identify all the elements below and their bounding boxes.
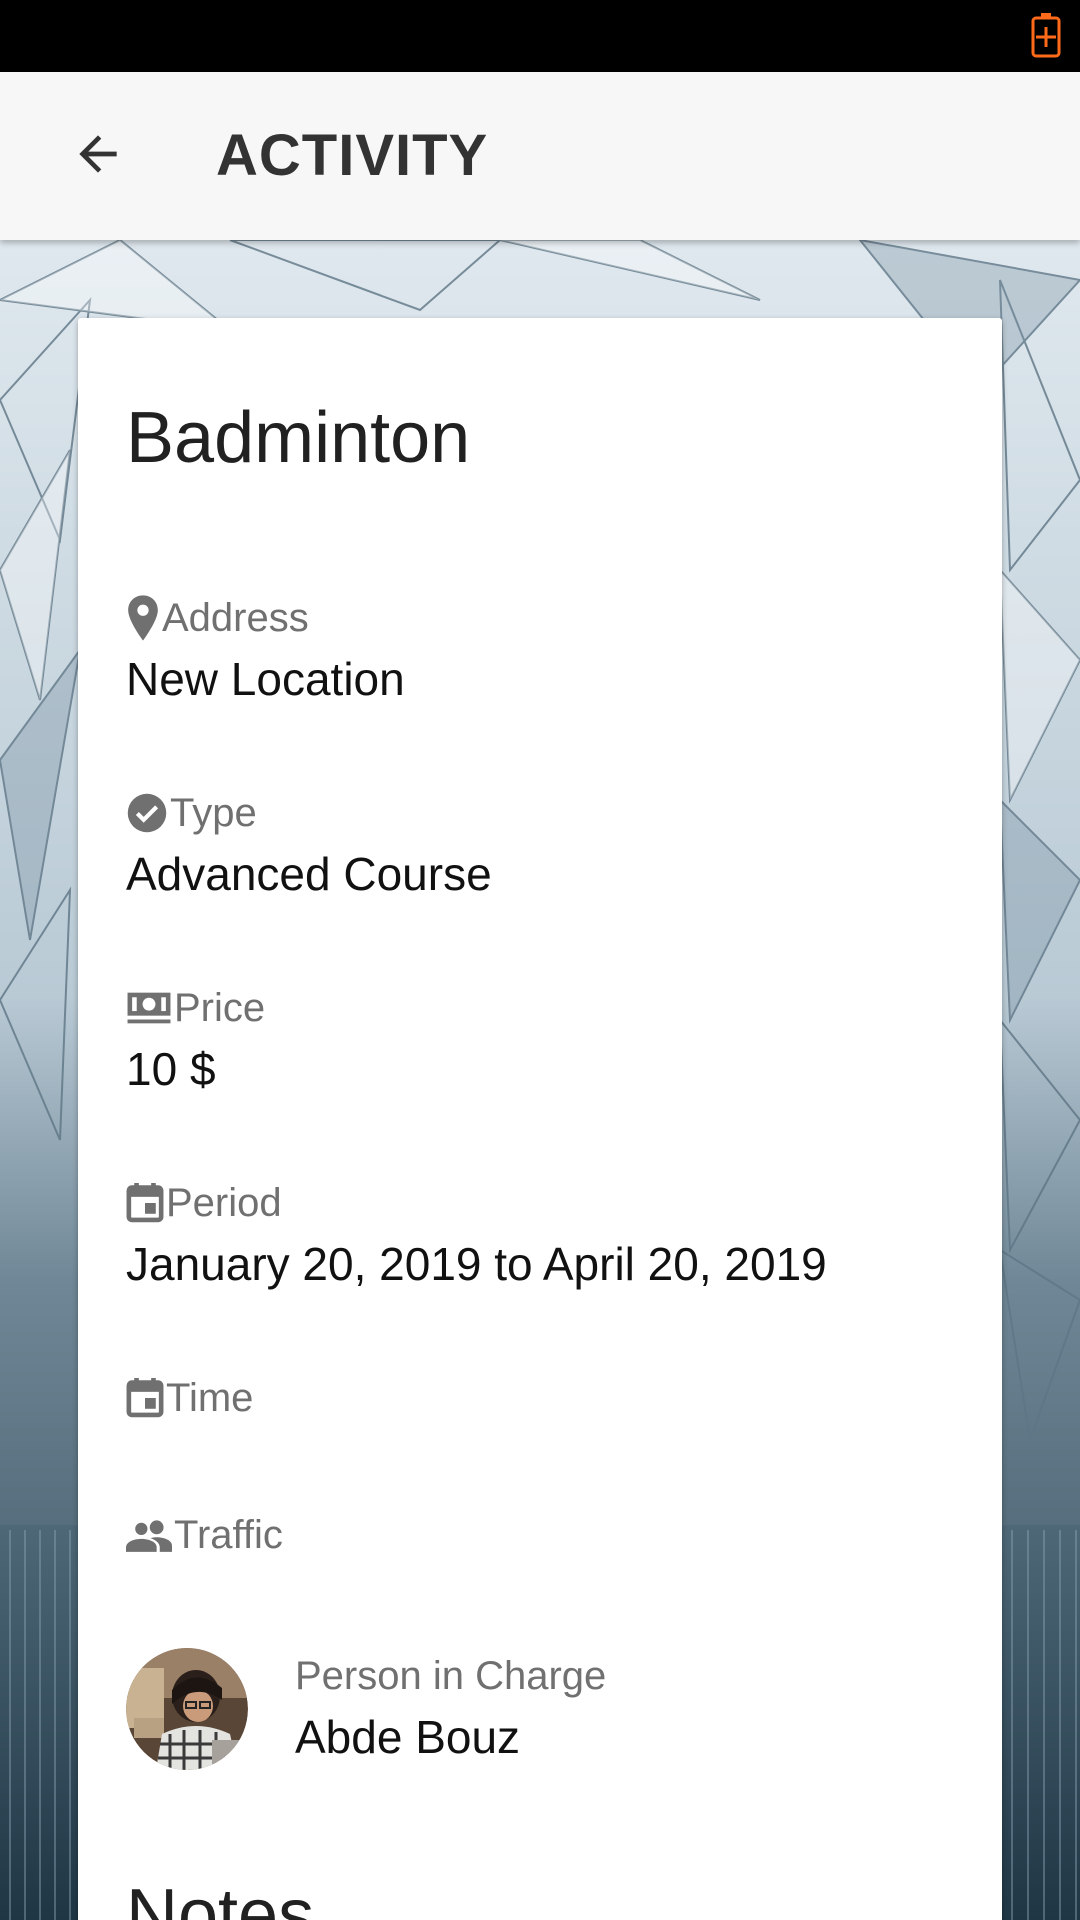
time-label: Time xyxy=(166,1375,254,1420)
check-circle-icon xyxy=(127,793,167,833)
arrow-back-icon xyxy=(79,135,117,173)
price-value: 10 $ xyxy=(126,1043,216,1095)
person-in-charge-name: Abde Bouz xyxy=(295,1711,521,1763)
time-field: Time xyxy=(126,1373,253,1431)
calendar-icon xyxy=(126,1183,164,1223)
traffic-field: Traffic xyxy=(126,1510,283,1568)
battery-charging-icon xyxy=(1031,13,1061,58)
type-value: Advanced Course xyxy=(126,848,492,900)
avatar xyxy=(126,1648,248,1770)
person-in-charge-label: Person in Charge xyxy=(295,1654,607,1698)
page-title: ACTIVITY xyxy=(216,123,489,188)
address-value: New Location xyxy=(126,653,405,705)
calendar-icon xyxy=(126,1378,164,1418)
people-icon xyxy=(126,1520,172,1552)
app-bar: ACTIVITY xyxy=(0,72,1080,240)
traffic-label: Traffic xyxy=(174,1512,283,1557)
notes-heading: Notes xyxy=(126,1875,315,1920)
activity-title: Badminton xyxy=(126,398,471,478)
type-label: Type xyxy=(170,790,257,835)
back-button[interactable] xyxy=(56,112,140,196)
screen: ACTIVITY Badminton Address New Location … xyxy=(0,0,1080,1920)
cash-icon xyxy=(127,992,171,1024)
status-bar xyxy=(0,0,1080,72)
price-field: Price 10 $ xyxy=(126,983,265,1097)
address-field: Address New Location xyxy=(126,593,405,707)
price-label: Price xyxy=(174,985,266,1030)
period-label: Period xyxy=(166,1180,282,1225)
address-label: Address xyxy=(162,595,309,640)
type-field: Type Advanced Course xyxy=(126,788,492,902)
activity-card: Badminton Address New Location Type Adva… xyxy=(78,318,1002,1920)
location-pin-icon xyxy=(128,595,158,641)
period-field: Period January 20, 2019 to April 20, 201… xyxy=(126,1178,827,1292)
person-in-charge[interactable]: Person in Charge Abde Bouz xyxy=(126,1648,926,1772)
period-value: January 20, 2019 to April 20, 2019 xyxy=(126,1238,827,1290)
